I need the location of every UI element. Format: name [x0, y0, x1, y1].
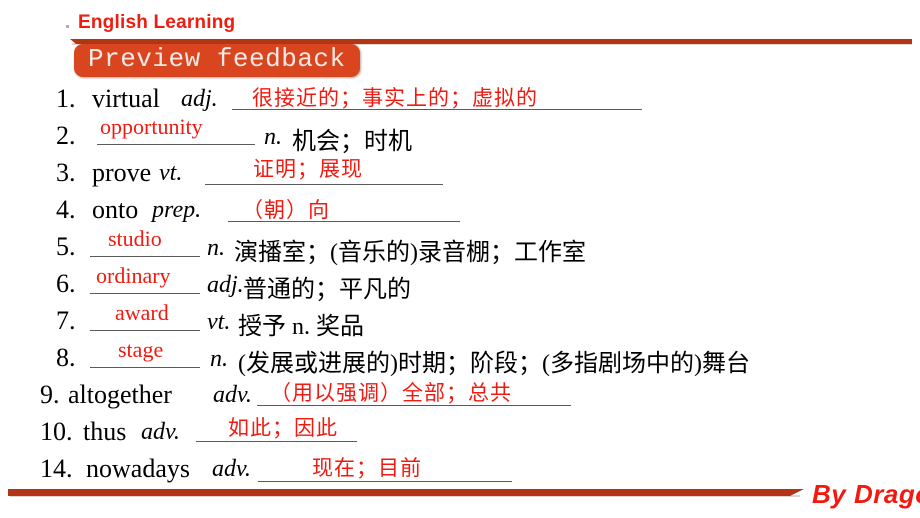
answer-text: 很接近的；事实上的；虚拟的: [252, 86, 538, 110]
headword: altogether: [68, 380, 172, 409]
answer-blank-rule: [90, 293, 200, 294]
part-of-speech: n.: [264, 124, 282, 150]
answer-text: opportunity: [100, 114, 203, 139]
answer-text: stage: [118, 337, 164, 362]
headword: prove: [92, 158, 152, 187]
vocabulary-list: 1. virtual adj. 很接近的；事实上的；虚拟的 2. opportu…: [0, 84, 920, 491]
headword: virtual: [92, 84, 160, 113]
part-of-speech: n.: [207, 235, 225, 261]
item-number: 7.: [56, 306, 76, 335]
page-title: English Learning: [78, 12, 236, 33]
part-of-speech: adj.: [181, 86, 218, 112]
definition: 普通的；平凡的: [243, 277, 411, 303]
answer-blank-rule: [90, 367, 200, 368]
preview-feedback-banner: Preview feedback: [74, 44, 360, 78]
answer-text: （朝）向: [242, 198, 330, 222]
headword: nowadays: [86, 454, 190, 483]
part-of-speech: vt.: [207, 309, 231, 335]
answer-text: 如此；因此: [228, 416, 338, 440]
part-of-speech: adj.: [207, 272, 244, 298]
definition: (发展或进展的)时期；阶段；(多指剧场中的)舞台: [238, 351, 750, 377]
answer-text: 现在；目前: [312, 456, 422, 480]
answer-blank-rule: [205, 184, 443, 185]
answer-blank-rule: [97, 144, 255, 145]
slide-canvas: English Learning Preview feedback 1. vir…: [0, 0, 920, 518]
byline-text: By Dragon: [812, 479, 920, 509]
vocab-row: 10. thus adv. 如此；因此: [0, 416, 920, 454]
answer-blank-rule: [196, 441, 357, 442]
item-number: 1.: [56, 84, 76, 113]
vocab-row: 3. prove vt. 证明；展现: [0, 157, 920, 195]
item-number: 4.: [56, 195, 76, 224]
answer-blank-rule: [258, 481, 512, 482]
header-bullet-dot: [66, 25, 69, 28]
headword: onto: [92, 195, 139, 224]
item-number: 8.: [56, 343, 76, 372]
definition: 机会；时机: [292, 129, 412, 155]
vocab-row: 9. altogether adv. （用以强调）全部；总共: [0, 380, 920, 417]
vocab-row: 14. nowadays adv. 现在；目前: [0, 454, 920, 491]
item-number: 6.: [56, 269, 76, 298]
item-number: 3.: [56, 158, 76, 187]
item-number: 10.: [40, 417, 73, 446]
item-number: 2.: [56, 121, 76, 150]
headword: thus: [83, 417, 127, 446]
part-of-speech: n.: [210, 346, 228, 372]
definition: 演播室；(音乐的)录音棚；工作室: [234, 240, 586, 266]
answer-blank-rule: [257, 405, 571, 406]
bottom-divider-bar: [8, 489, 804, 496]
answer-text: ordinary: [96, 263, 171, 288]
part-of-speech: adv.: [141, 419, 180, 445]
definition: 授予 n. 奖品: [238, 314, 364, 340]
answer-text: （用以强调）全部；总共: [270, 381, 512, 405]
answer-text: studio: [108, 226, 162, 251]
item-number: 9.: [40, 380, 60, 409]
answer-blank-rule: [232, 109, 642, 110]
item-number: 14.: [40, 454, 73, 483]
item-number: 5.: [56, 232, 76, 261]
vocab-row: 2. opportunity n. 机会；时机: [0, 114, 920, 158]
part-of-speech: adv.: [213, 382, 252, 408]
answer-blank-rule: [228, 221, 460, 222]
part-of-speech: prep.: [152, 197, 202, 223]
vocab-row: 8. stage n. (发展或进展的)时期；阶段；(多指剧场中的)舞台: [0, 337, 920, 380]
part-of-speech: vt.: [159, 160, 183, 186]
part-of-speech: adv.: [212, 456, 251, 482]
answer-text: 证明；展现: [253, 157, 363, 181]
banner-label: Preview feedback: [88, 44, 346, 74]
answer-blank-rule: [90, 256, 200, 257]
answer-blank-rule: [90, 330, 200, 331]
answer-text: award: [115, 300, 169, 325]
